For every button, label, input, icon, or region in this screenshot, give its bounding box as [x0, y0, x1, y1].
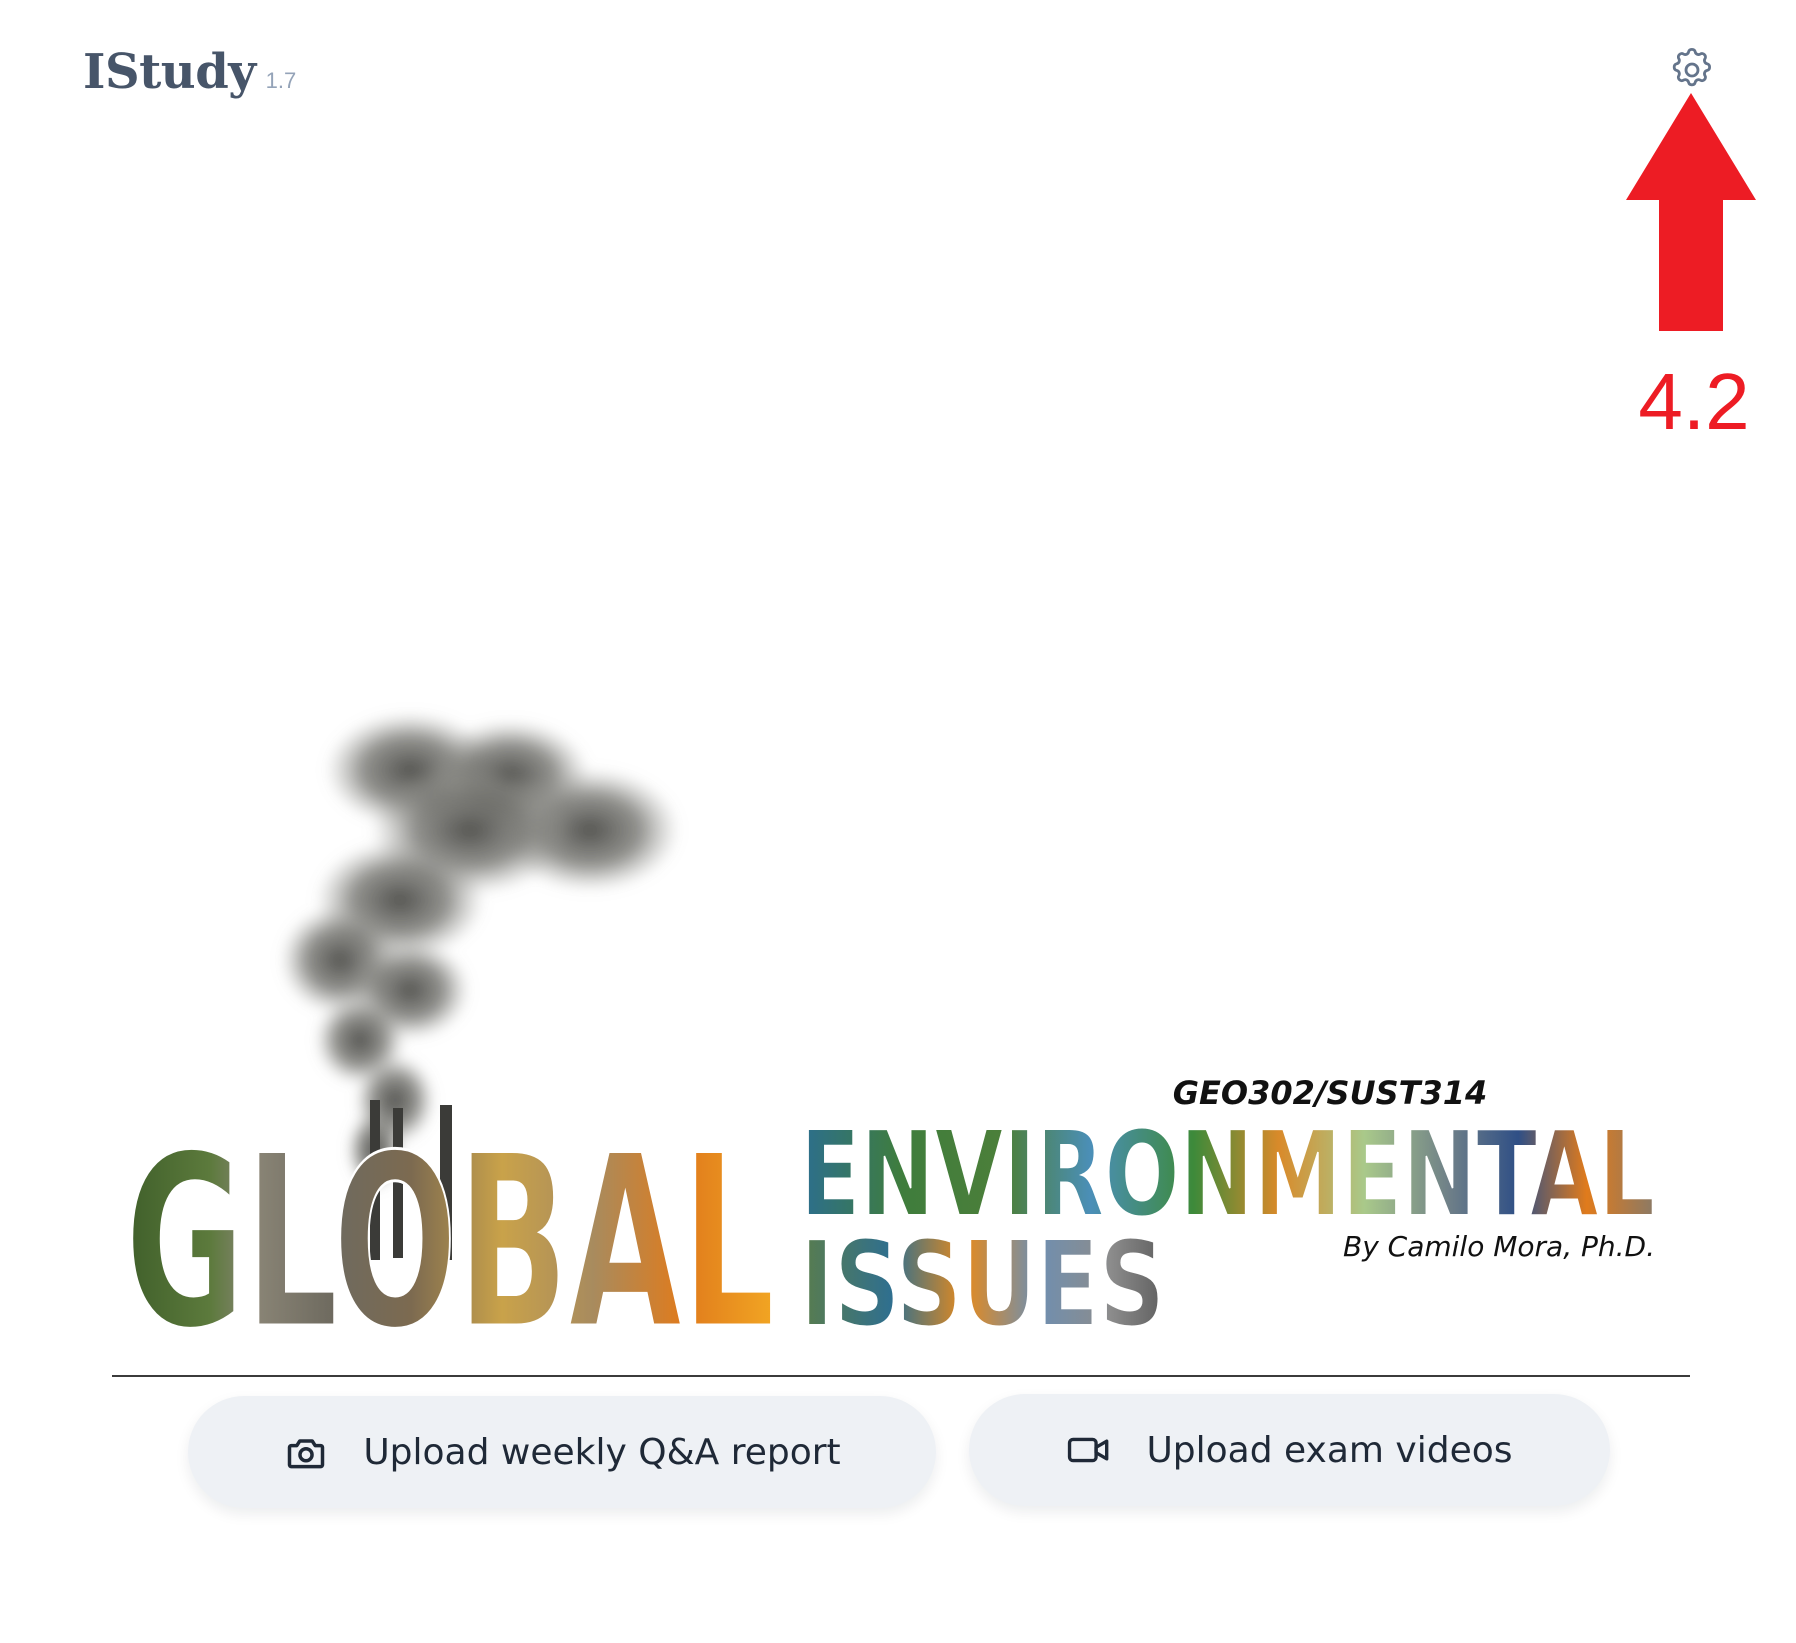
upload-video-button[interactable]: Upload exam videos	[969, 1394, 1610, 1506]
banner-title-global: GLOBAL	[125, 1105, 775, 1340]
course-banner: GEO302/SUST314 GLOBAL ENVIRONMENTAL ISSU…	[124, 712, 1656, 1340]
app-version: 1.7	[265, 68, 297, 93]
banner-author: By Camilo Mora, Ph.D.	[1343, 1230, 1655, 1263]
divider	[112, 1375, 1690, 1377]
upload-video-label: Upload exam videos	[1146, 1429, 1513, 1471]
upload-report-button[interactable]: Upload weekly Q&A report	[188, 1396, 936, 1508]
app-title: IStudy 1.7	[83, 44, 296, 100]
annotation-label: 4.2	[1638, 357, 1750, 446]
banner-title-issues: ISSUES	[800, 1215, 1165, 1340]
camera-icon	[283, 1429, 329, 1475]
gear-icon	[1672, 48, 1711, 87]
app-name: IStudy	[83, 44, 256, 100]
video-camera-icon	[1066, 1427, 1112, 1473]
app-header: IStudy 1.7	[0, 0, 1796, 150]
upload-report-label: Upload weekly Q&A report	[363, 1431, 841, 1473]
settings-button[interactable]	[1666, 44, 1718, 96]
annotation-arrow	[1626, 93, 1756, 331]
